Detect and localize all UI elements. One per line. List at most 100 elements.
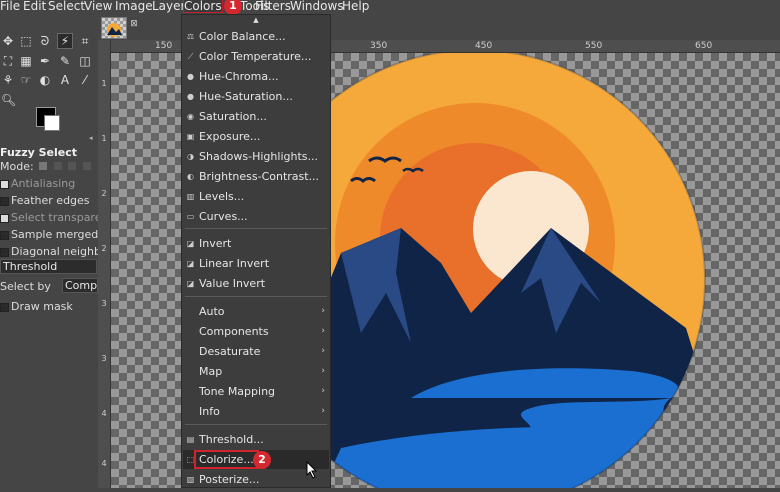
shadows-icon: ◑ (187, 152, 194, 161)
menu-item-threshold[interactable]: ▤ Threshold... (183, 430, 329, 449)
menu-item-label: Linear Invert (199, 257, 270, 270)
transform-icon[interactable]: ⛶ (1, 54, 15, 68)
menu-item-auto[interactable]: Auto › (183, 302, 329, 321)
menu-item-value-invert[interactable]: ◪ Value Invert (183, 274, 329, 293)
menu-item-components[interactable]: Components › (183, 322, 329, 341)
menu-item-hue-chroma[interactable]: ● Hue-Chroma... (183, 67, 329, 86)
sample-merged-checkbox[interactable] (0, 230, 9, 240)
menu-item-exposure[interactable]: ▣ Exposure... (183, 127, 329, 146)
paths-icon[interactable]: ✒ (38, 54, 52, 68)
menu-item-label: Color Balance... (199, 30, 286, 43)
menu-item-label: Colorize... (194, 450, 259, 469)
select-by-dropdown[interactable]: Compo (62, 278, 98, 293)
close-image-icon[interactable]: ⊠ (128, 18, 140, 30)
menu-edit[interactable]: Edit (23, 0, 46, 12)
clone-icon[interactable]: ⚘ (1, 73, 15, 87)
crop-icon[interactable]: ⌗ (78, 34, 92, 48)
menu-item-tone-mapping[interactable]: Tone Mapping › (183, 382, 329, 401)
scroll-up-arrow-icon[interactable]: ▲ (182, 15, 330, 25)
fuzzy-select-icon[interactable]: ⚡ (57, 33, 73, 49)
posterize-icon: ▧ (186, 475, 195, 484)
menu-item-saturation[interactable]: ◉ Saturation... (183, 107, 329, 126)
menu-item-map[interactable]: Map › (183, 362, 329, 381)
eraser-icon[interactable]: ◫ (78, 54, 92, 68)
menu-colors[interactable]: Colors (183, 0, 223, 13)
smudge-icon[interactable]: ☞ (19, 73, 33, 87)
threshold-slider[interactable]: Threshold (0, 259, 97, 274)
menu-file[interactable]: File (0, 0, 20, 12)
rect-select-icon[interactable]: ⬚ (19, 34, 33, 48)
move-tool-icon[interactable]: ✥ (1, 34, 15, 48)
menu-item-curves[interactable]: ▭ Curves... (183, 207, 329, 226)
zoom-icon[interactable]: 🔍︎ (1, 93, 16, 107)
background-color-swatch[interactable] (44, 115, 60, 131)
mode-intersect-icon[interactable] (82, 162, 91, 170)
value-invert-icon: ◪ (186, 279, 195, 288)
lasso-icon[interactable]: ᘐ (38, 34, 52, 48)
menu-item-invert[interactable]: ◪ Invert (183, 234, 329, 253)
paintbrush-icon[interactable]: ✎ (58, 54, 72, 68)
menu-view[interactable]: View (84, 0, 112, 12)
antialiasing-checkbox[interactable] (0, 179, 9, 189)
menu-help[interactable]: Help (342, 0, 369, 12)
menu-item-color-temperature[interactable]: ⟋ Color Temperature... (183, 47, 329, 66)
ruler-label: 2 (101, 244, 107, 253)
left-ruler: 1 1 2 2 3 3 4 4 (98, 40, 111, 488)
menu-item-label: Hue-Chroma... (199, 70, 279, 83)
sample-merged-option[interactable]: Sample merged (0, 228, 98, 241)
menu-filters[interactable]: Filters (255, 0, 291, 12)
hue-saturation-icon: ● (187, 92, 194, 101)
select-transparent-option[interactable]: Select transparent (0, 211, 113, 224)
menu-item-label: Invert (199, 237, 232, 250)
menu-item-label: Posterize... (199, 473, 260, 486)
text-tool-icon[interactable]: A (58, 73, 72, 87)
menu-item-label: Curves... (199, 210, 248, 223)
menu-item-label: Exposure... (199, 130, 261, 143)
sample-merged-label: Sample merged (11, 228, 99, 241)
menu-item-desaturate[interactable]: Desaturate › (183, 342, 329, 361)
menu-item-label: Threshold... (199, 433, 264, 446)
panel-menu-icon[interactable]: ◂ (89, 134, 93, 142)
brightness-icon: ◐ (187, 172, 194, 181)
menu-separator (185, 228, 327, 229)
feather-edges-checkbox[interactable] (0, 196, 9, 206)
menu-item-label: Brightness-Contrast... (199, 170, 320, 183)
warp-icon[interactable]: ▦ (19, 54, 33, 68)
mode-subtract-icon[interactable] (68, 162, 77, 170)
menu-item-label: Tone Mapping (199, 385, 276, 398)
menu-item-hue-saturation[interactable]: ● Hue-Saturation... (183, 87, 329, 106)
select-transparent-checkbox[interactable] (0, 213, 9, 223)
mode-add-icon[interactable] (53, 162, 62, 170)
menu-item-levels[interactable]: ▥ Levels... (183, 187, 329, 206)
diagonal-neighbors-checkbox[interactable] (0, 247, 9, 257)
menu-item-shadows-highlights[interactable]: ◑ Shadows-Highlights... (183, 147, 329, 166)
mode-row: Mode: (0, 160, 91, 173)
menu-windows[interactable]: Windows (290, 0, 344, 12)
menu-item-color-balance[interactable]: ⚖ Color Balance... (183, 27, 329, 46)
menu-item-brightness-contrast[interactable]: ◐ Brightness-Contrast... (183, 167, 329, 186)
image-thumbnail[interactable] (101, 17, 127, 39)
menu-item-label: Saturation... (199, 110, 267, 123)
draw-mask-option[interactable]: Draw mask (0, 300, 73, 313)
menu-bar: File Edit Select View Image Layer Colors… (0, 0, 780, 14)
menu-layer[interactable]: Layer (152, 0, 185, 12)
levels-icon: ▥ (186, 192, 195, 201)
ruler-label: 2 (101, 189, 107, 198)
exposure-icon: ▣ (186, 132, 195, 141)
antialiasing-option[interactable]: Antialiasing (0, 177, 75, 190)
menu-item-info[interactable]: Info › (183, 402, 329, 421)
menu-item-label: Desaturate (199, 345, 261, 358)
select-by-label: Select by (0, 280, 51, 293)
feather-edges-option[interactable]: Feather edges (0, 194, 90, 207)
ruler-label: 650 (695, 41, 713, 51)
menu-separator (185, 296, 327, 297)
menu-item-label: Shadows-Highlights... (199, 150, 318, 163)
menu-item-linear-invert[interactable]: ◪ Linear Invert (183, 254, 329, 273)
curves-icon: ▭ (186, 212, 195, 221)
draw-mask-checkbox[interactable] (0, 302, 9, 312)
mode-replace-icon[interactable] (39, 162, 48, 170)
dodge-icon[interactable]: ◐ (38, 73, 52, 87)
menu-image[interactable]: Image (115, 0, 153, 12)
color-picker-icon[interactable]: ⁄ (78, 73, 92, 87)
menu-select[interactable]: Select (48, 0, 85, 12)
